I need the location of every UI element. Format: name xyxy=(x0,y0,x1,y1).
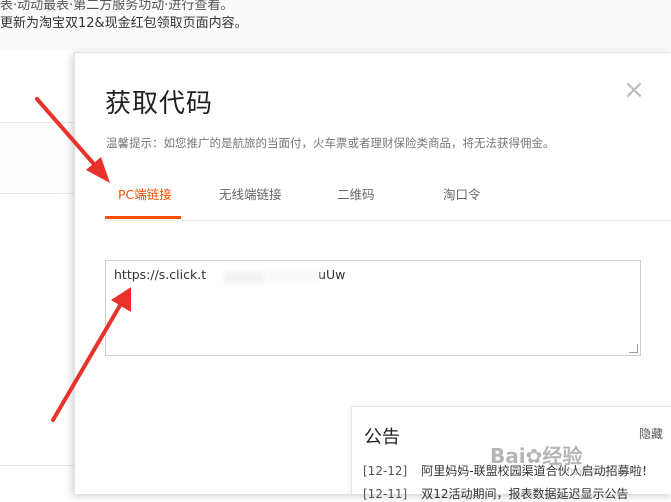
announcement-panel: 公告 隐藏 [12-12] 阿里妈妈-联盟校园渠道合伙人启动招募啦！ [12-11… xyxy=(351,406,671,501)
list-item[interactable]: [12-11] 双12活动期间，报表数据延迟显示公告 xyxy=(363,485,629,502)
announcement-text: 阿里妈妈-联盟校园渠道合伙人启动招募啦！ xyxy=(421,464,654,478)
dialog-title: 获取代码 xyxy=(105,89,214,119)
resize-handle[interactable] xyxy=(629,344,638,353)
tab-pc-link[interactable]: PC端链接 xyxy=(118,184,172,203)
redacted-blur xyxy=(266,269,318,283)
warm-tip: 温馨提示：如您推广的是航旅的当面付，火车票或者理财保险类商品，将无法获得佣金。 xyxy=(106,136,555,150)
announcement-text: 双12活动期间，报表数据延迟显示公告 xyxy=(421,487,629,501)
tab-qr-code[interactable]: 二维码 xyxy=(337,184,375,203)
background-left-panel xyxy=(0,122,78,194)
announcement-date: [12-11] xyxy=(363,487,408,501)
background-text-line-2: 更新为淘宝双12&现金红包领取页面内容。 xyxy=(0,16,248,31)
redacted-blur xyxy=(224,271,264,283)
hide-announcement-link[interactable]: 隐藏 xyxy=(639,425,663,442)
link-code-start: https://s.click.t xyxy=(114,267,207,282)
close-icon[interactable]: × xyxy=(621,77,647,103)
active-tab-indicator xyxy=(105,216,181,219)
link-code-textarea[interactable]: https://s.click.t uUw xyxy=(105,260,641,356)
tab-tao-password[interactable]: 淘口令 xyxy=(443,184,481,203)
tab-wireless-link[interactable]: 无线端链接 xyxy=(219,184,282,203)
background-header: 表·动动最表·第二方服务功动·进行查看。 更新为淘宝双12&现金红包领取页面内容… xyxy=(0,0,671,50)
announcement-date: [12-12] xyxy=(363,464,408,478)
link-code-end: uUw xyxy=(318,267,346,282)
list-item[interactable]: [12-12] 阿里妈妈-联盟校园渠道合伙人启动招募啦！ xyxy=(363,462,654,479)
announcement-title: 公告 xyxy=(364,427,400,448)
link-type-tabs: PC端链接 无线端链接 二维码 淘口令 xyxy=(105,178,671,221)
